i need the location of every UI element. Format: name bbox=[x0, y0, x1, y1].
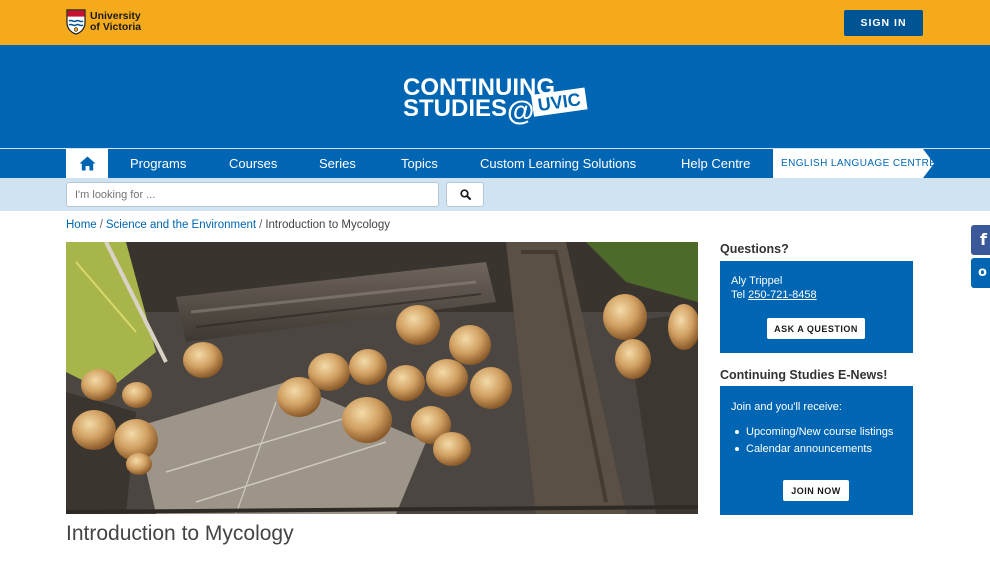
enews-intro: Join and you'll receive: bbox=[731, 401, 842, 413]
list-item: Calendar announcements bbox=[735, 441, 906, 457]
join-now-button[interactable]: JOIN NOW bbox=[783, 480, 849, 501]
facebook-share-button[interactable]: f bbox=[971, 225, 990, 255]
uvic-logo[interactable]: University of Victoria bbox=[66, 9, 150, 35]
breadcrumb-separator: / bbox=[259, 219, 263, 231]
enews-list: Upcoming/New course listings Calendar an… bbox=[735, 424, 906, 458]
search-button[interactable] bbox=[446, 182, 484, 207]
outlook-icon: o bbox=[978, 265, 987, 280]
home-icon bbox=[79, 156, 95, 171]
nav-item-help-centre[interactable]: Help Centre bbox=[681, 149, 750, 178]
banner: CONTINUING STUDIES @ UVIC bbox=[0, 45, 990, 148]
university-name: University of Victoria bbox=[90, 10, 142, 33]
questions-heading: Questions? bbox=[720, 242, 789, 256]
contact-tel: Tel 250-721-8458 bbox=[731, 289, 817, 301]
uvic-shield-icon bbox=[66, 9, 86, 35]
logo-at: @ bbox=[507, 95, 534, 125]
top-bar: University of Victoria SIGN IN bbox=[0, 0, 990, 45]
breadcrumb-separator: / bbox=[99, 219, 103, 231]
breadcrumb-current: Introduction to Mycology bbox=[265, 219, 390, 231]
facebook-icon: f bbox=[980, 230, 987, 249]
nav-item-series[interactable]: Series bbox=[319, 149, 356, 178]
sign-in-button[interactable]: SIGN IN bbox=[844, 10, 923, 36]
search-input[interactable] bbox=[66, 182, 439, 207]
nav-item-courses[interactable]: Courses bbox=[229, 149, 277, 178]
enews-heading: Continuing Studies E-News! bbox=[720, 368, 888, 382]
course-hero-image bbox=[66, 242, 698, 514]
outlook-share-button[interactable]: o bbox=[971, 258, 990, 288]
questions-box: Aly Trippel Tel 250-721-8458 ASK A QUEST… bbox=[720, 261, 913, 353]
breadcrumb: Home / Science and the Environment / Introdu… bbox=[66, 219, 390, 231]
list-item: Upcoming/New course listings bbox=[735, 424, 906, 440]
search-bar bbox=[0, 178, 990, 211]
breadcrumb-science-environment[interactable]: Science and the Environment bbox=[106, 219, 256, 231]
continuing-studies-logo[interactable]: CONTINUING STUDIES @ UVIC bbox=[403, 73, 589, 125]
ask-question-button[interactable]: ASK A QUESTION bbox=[767, 318, 865, 339]
elc-label: ENGLISH LANGUAGE CENTRE bbox=[781, 158, 937, 169]
nav-item-topics[interactable]: Topics bbox=[401, 149, 438, 178]
tel-label: Tel bbox=[731, 289, 746, 301]
contact-name: Aly Trippel bbox=[731, 275, 783, 287]
search-icon bbox=[459, 189, 471, 200]
main-nav: Programs Courses Series Topics Custom Le… bbox=[0, 148, 990, 178]
page-title: Introduction to Mycology bbox=[66, 522, 294, 545]
phone-link[interactable]: 250-721-8458 bbox=[748, 289, 817, 301]
nav-home[interactable] bbox=[66, 149, 108, 178]
logo-line2: STUDIES bbox=[403, 95, 507, 122]
mushrooms-photo bbox=[66, 242, 698, 514]
nav-item-programs[interactable]: Programs bbox=[130, 149, 186, 178]
enews-box: Join and you'll receive: Upcoming/New co… bbox=[720, 386, 913, 515]
breadcrumb-home[interactable]: Home bbox=[66, 219, 97, 231]
nav-item-custom-learning-solutions[interactable]: Custom Learning Solutions bbox=[480, 149, 636, 178]
